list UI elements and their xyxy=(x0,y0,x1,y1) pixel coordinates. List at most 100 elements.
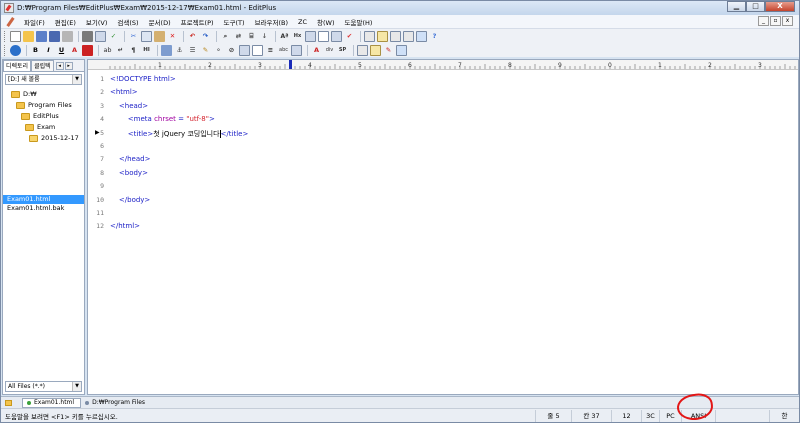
toolbar-grip[interactable] xyxy=(4,30,7,42)
menu-browser[interactable]: 브라우저(B) xyxy=(250,17,293,27)
frame-icon[interactable] xyxy=(291,44,302,56)
code-line[interactable]: </html> xyxy=(110,222,140,230)
goto-line-icon[interactable]: ↓ xyxy=(259,31,270,42)
preview-icon[interactable]: ✎ xyxy=(383,45,394,56)
tab-right-arrow-icon[interactable]: ▸ xyxy=(64,61,73,70)
abc-button[interactable]: abc xyxy=(278,45,289,56)
center-icon[interactable]: ≡ xyxy=(265,45,276,56)
output-window-icon[interactable] xyxy=(403,30,414,42)
highlight-icon[interactable] xyxy=(82,44,93,56)
code-line[interactable]: <body> xyxy=(110,169,148,177)
image-icon[interactable] xyxy=(161,44,172,56)
paragraph-button[interactable]: ¶ xyxy=(128,45,139,56)
chevron-down-icon[interactable]: ▼ xyxy=(72,75,81,84)
doc-tab-exam01[interactable]: Exam01.html xyxy=(22,397,82,408)
bold-button[interactable]: B xyxy=(30,45,41,56)
code-line[interactable]: <!DOCTYPE html> xyxy=(110,75,176,83)
maximize-button[interactable]: □ xyxy=(746,1,765,12)
tree-item-drive[interactable]: D:₩ xyxy=(3,89,84,100)
mdi-restore-button[interactable]: ▫ xyxy=(770,16,781,26)
menu-window[interactable]: 창(W) xyxy=(312,17,339,27)
undo-icon[interactable]: ↶ xyxy=(187,31,198,42)
menu-edit[interactable]: 편집(E) xyxy=(50,17,81,27)
menu-tools[interactable]: 도구(T) xyxy=(219,17,250,27)
delete-icon[interactable]: ✕ xyxy=(167,31,178,42)
code-line[interactable]: <head> xyxy=(110,102,148,110)
file-filter-select[interactable]: All Files (*.*) ▼ xyxy=(5,381,82,392)
directory-icon[interactable] xyxy=(390,30,401,42)
line-number-icon[interactable] xyxy=(331,30,342,42)
menu-document[interactable]: 문서(D) xyxy=(144,17,176,27)
list-icon[interactable]: ☰ xyxy=(187,45,198,56)
tab-bar-folder-icon[interactable] xyxy=(1,398,22,408)
underline-button[interactable]: U xyxy=(56,45,67,56)
comment-icon[interactable]: ⚬ xyxy=(213,45,224,56)
mdi-minimize-button[interactable]: _ xyxy=(758,16,769,26)
redo-icon[interactable]: ↷ xyxy=(200,31,211,42)
doc-tab-directory[interactable]: D:₩Program Files xyxy=(81,398,151,408)
ruler-icon[interactable] xyxy=(318,30,329,42)
tree-item-program-files[interactable]: Program Files xyxy=(3,100,84,111)
tab-cliptext[interactable]: 클립텍 xyxy=(31,60,54,71)
word-wrap-icon[interactable] xyxy=(305,30,316,42)
chevron-down-icon[interactable]: ▼ xyxy=(72,382,81,391)
close-button[interactable]: X xyxy=(765,1,795,12)
save-icon[interactable] xyxy=(36,30,47,42)
italic-button[interactable]: I xyxy=(43,45,54,56)
nbsp-button[interactable]: ab xyxy=(102,45,113,56)
code-line[interactable]: ▶ <title>첫 jQuery 코딩입니다</title> xyxy=(95,129,248,139)
tree-item-date-folder[interactable]: 2015-12-17 xyxy=(3,133,84,144)
find-in-files-icon[interactable]: ⌸ xyxy=(246,31,257,42)
font-icon[interactable]: Aª xyxy=(279,31,290,42)
anchor-icon[interactable]: ⚓ xyxy=(174,45,185,56)
replace-icon[interactable]: ⇄ xyxy=(233,31,244,42)
menu-zc[interactable]: ZC xyxy=(293,18,312,26)
spell-icon[interactable]: ✔ xyxy=(344,31,355,42)
span-button[interactable]: SP xyxy=(337,45,348,56)
fullscreen-icon[interactable] xyxy=(416,30,427,42)
tab-left-arrow-icon[interactable]: ◂ xyxy=(55,61,64,70)
menu-view[interactable]: 보기(V) xyxy=(81,17,112,27)
find-icon[interactable]: ⌕ xyxy=(220,31,231,42)
menu-project[interactable]: 프로젝트(P) xyxy=(176,17,219,27)
tree-item-exam[interactable]: Exam xyxy=(3,122,84,133)
script-icon[interactable] xyxy=(357,44,368,56)
paste-icon[interactable] xyxy=(154,30,165,42)
print-preview-icon[interactable] xyxy=(95,30,106,42)
open-folder-icon[interactable] xyxy=(23,30,34,42)
style-icon[interactable]: A xyxy=(311,45,322,56)
new-file-icon[interactable] xyxy=(10,30,21,42)
copy-icon[interactable] xyxy=(141,30,152,42)
form-icon[interactable] xyxy=(252,44,263,56)
help-icon[interactable]: ? xyxy=(429,31,440,42)
tree-item-editplus[interactable]: EditPlus xyxy=(3,111,84,122)
code-area[interactable]: <!DOCTYPE html> <html> <head> <meta chrse… xyxy=(95,71,798,393)
break-icon[interactable]: ↵ xyxy=(115,45,126,56)
editor-pane[interactable]: 1234567890123 1 2 3 4 5 6 7 8 9 10 11 12 <!DOCTYPE … xyxy=(87,59,799,395)
heading-button[interactable]: Hl xyxy=(141,45,152,56)
minimize-button[interactable]: ▁ xyxy=(727,1,746,12)
code-line[interactable]: <meta chrset = "utf-8"> xyxy=(110,115,215,123)
php-icon[interactable] xyxy=(370,44,381,56)
menu-help[interactable]: 도움말(H) xyxy=(340,17,378,27)
title-bar[interactable]: D:₩Program Files₩EditPlus₩Exam₩2015-12-1… xyxy=(1,1,799,15)
table-icon[interactable] xyxy=(239,44,250,56)
drive-select[interactable]: [D:] 새 볼륨 ▼ xyxy=(5,74,82,85)
hr-icon[interactable]: ⊘ xyxy=(226,45,237,56)
browser-icon[interactable] xyxy=(10,44,21,56)
font-color-button[interactable]: A xyxy=(69,45,80,56)
spell-check-icon[interactable]: ✓ xyxy=(108,31,119,42)
code-line[interactable]: </body> xyxy=(110,196,150,204)
toolbar-grip[interactable] xyxy=(4,44,7,56)
menu-search[interactable]: 검색(S) xyxy=(112,17,143,27)
link-icon[interactable]: ✎ xyxy=(200,45,211,56)
ftp-icon[interactable] xyxy=(62,30,73,42)
hex-viewer-icon[interactable]: Hx xyxy=(292,31,303,42)
file-item-exam01-html[interactable]: Exam01.html xyxy=(3,195,84,204)
cliptext-icon[interactable] xyxy=(377,30,388,42)
validate-icon[interactable] xyxy=(396,44,407,56)
code-line[interactable]: <html> xyxy=(110,88,138,96)
menu-file[interactable]: 파일(F) xyxy=(19,17,50,27)
file-item-exam01-bak[interactable]: Exam01.html.bak xyxy=(3,204,84,213)
div-button[interactable]: div xyxy=(324,45,335,56)
